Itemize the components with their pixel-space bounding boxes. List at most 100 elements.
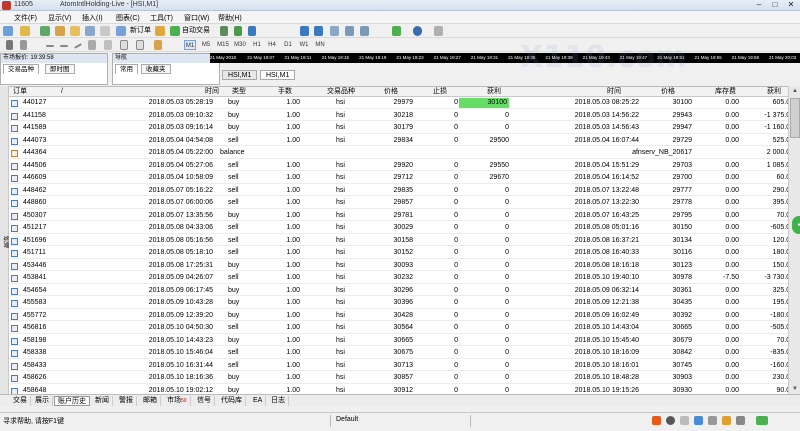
tab-common[interactable]: 常用 — [115, 64, 138, 74]
timeframe-h4[interactable]: H4 — [266, 40, 278, 50]
timeframe-m1[interactable]: M1 — [184, 40, 196, 50]
terminal-tab[interactable]: 警报 — [116, 396, 137, 406]
metaeditor-icon[interactable] — [155, 26, 165, 36]
table-row[interactable]: 448860 2018.05.07 06:00:06 sell 1.00 hsi 2985… — [9, 198, 788, 209]
horizontal-line-icon[interactable] — [60, 45, 68, 47]
terminal-tab[interactable]: 信号 — [194, 396, 215, 406]
auto-trading-button[interactable]: 自动交易 — [182, 26, 210, 36]
candlestick-icon[interactable] — [234, 26, 242, 36]
tab-favorites[interactable]: 收藏夹 — [141, 64, 171, 74]
terminal-tab[interactable]: 邮箱 — [140, 396, 161, 406]
table-row[interactable]: 455772 2018.05.09 12:39:20 buy 1.00 hsi 30428… — [9, 311, 788, 322]
autoscroll-icon[interactable] — [345, 26, 354, 36]
table-row[interactable]: 458648 2018.05.10 19:02:12 buy 1.00 hsi 30912… — [9, 386, 788, 394]
minimize-button[interactable]: – — [752, 0, 766, 10]
table-row[interactable]: 458338 2018.05.10 15:46:04 sell 1.00 hsi 3067… — [9, 348, 788, 359]
chart-tab-active[interactable]: HSI,M1 — [260, 70, 296, 80]
timeframe-w1[interactable]: W1 — [298, 40, 310, 50]
zoom-in-icon[interactable] — [300, 26, 309, 36]
channel-icon[interactable] — [88, 40, 96, 50]
table-row[interactable]: 455583 2018.05.09 10:43:28 buy 1.00 hsi 30396… — [9, 298, 788, 309]
chart-tab[interactable]: HSI,M1 — [222, 70, 258, 80]
table-row[interactable]: 451711 2018.05.08 05:18:10 sell 1.00 hsi 3015… — [9, 248, 788, 259]
scroll-thumb[interactable] — [790, 98, 800, 138]
timeframe-h1[interactable]: H1 — [251, 40, 263, 50]
table-row[interactable]: 458626 2018.05.10 18:16:36 buy 1.00 hsi 30857… — [9, 373, 788, 384]
label-icon[interactable] — [136, 40, 144, 50]
timeframe-mn[interactable]: MN — [314, 40, 326, 50]
moon-icon[interactable] — [666, 416, 675, 425]
table-row[interactable]: 446609 2018.05.04 10:58:09 sell 1.00 hsi 2971… — [9, 173, 788, 184]
table-row[interactable]: 441158 2018.05.03 09:10:32 buy 1.00 hsi 30218… — [9, 111, 788, 122]
new-order-icon[interactable] — [116, 26, 126, 36]
timeframe-m30[interactable]: M30 — [234, 40, 246, 50]
profiles-icon[interactable] — [20, 26, 30, 36]
text-icon[interactable] — [120, 40, 128, 50]
table-row[interactable]: 453446 2018.05.08 17:25:31 buy 1.00 hsi 30093… — [9, 261, 788, 272]
timeframe-m5[interactable]: M5 — [200, 40, 212, 50]
menu-window[interactable]: 窗口(W) — [184, 13, 209, 23]
col-symbol[interactable]: 交易品种 — [327, 87, 355, 97]
terminal-tab[interactable]: 新闻 — [92, 396, 113, 406]
indicators-icon[interactable] — [392, 26, 401, 36]
col-swap[interactable]: 库存费 — [715, 87, 736, 97]
col-tp[interactable]: 获利 — [487, 87, 501, 97]
crosshair-icon[interactable] — [20, 40, 27, 50]
col-time[interactable]: 时间 — [205, 87, 219, 97]
terminal-tab[interactable]: 展示 — [32, 396, 53, 406]
scroll-up-icon[interactable]: ▲ — [790, 86, 800, 96]
table-row[interactable]: 441589 2018.05.03 09:16:14 buy 1.00 hsi 30179… — [9, 123, 788, 134]
auto-trading-icon[interactable] — [170, 26, 180, 36]
col-size[interactable]: 手数 — [278, 87, 292, 97]
menu-charts[interactable]: 图表(C) — [116, 13, 140, 23]
maximize-button[interactable]: □ — [768, 0, 782, 10]
terminal-icon[interactable] — [85, 26, 95, 36]
fibonacci-icon[interactable] — [104, 40, 112, 50]
trendline-icon[interactable] — [74, 43, 82, 49]
table-row[interactable]: 444364 2018.05.04 05:22:00 balance afnserv_… — [9, 148, 788, 159]
skin-icon[interactable] — [722, 416, 731, 425]
timeframe-m15[interactable]: M15 — [217, 40, 229, 50]
toolbox-icon[interactable] — [736, 416, 745, 425]
periods-icon[interactable] — [413, 26, 422, 36]
market-watch-icon[interactable] — [40, 26, 50, 36]
arrows-icon[interactable] — [154, 40, 162, 50]
col-price[interactable]: 价格 — [384, 87, 398, 97]
line-chart-icon[interactable] — [248, 26, 256, 36]
tab-tick-chart[interactable]: 即时图 — [45, 64, 75, 74]
tile-windows-icon[interactable] — [330, 26, 339, 36]
terminal-tab[interactable]: 账户历史 — [54, 396, 90, 406]
input-method-icon[interactable] — [652, 416, 661, 425]
table-row[interactable]: 448462 2018.05.07 05:16:22 sell 1.00 hsi 2983… — [9, 186, 788, 197]
vertical-scrollbar[interactable]: ▲ ▼ — [788, 86, 800, 394]
terminal-tab[interactable]: EA — [250, 396, 267, 406]
keyboard-icon[interactable] — [708, 416, 717, 425]
col-close-price[interactable]: 价格 — [661, 87, 675, 97]
table-row[interactable]: 458433 2018.05.10 16:31:44 sell 1.00 hsi 3071… — [9, 361, 788, 372]
punctuation-icon[interactable] — [680, 416, 689, 425]
tab-symbols[interactable]: 交易品种 — [3, 64, 39, 74]
table-row[interactable]: 458198 2018.05.10 14:43:23 buy 1.00 hsi 30665… — [9, 336, 788, 347]
col-order[interactable]: 订单 — [13, 87, 27, 97]
menu-file[interactable]: 文件(F) — [14, 13, 37, 23]
table-row[interactable]: 453841 2018.05.09 04:26:07 sell 1.00 hsi 3023… — [9, 273, 788, 284]
menu-insert[interactable]: 插入(I) — [82, 13, 103, 23]
col-close-time[interactable]: 时间 — [607, 87, 621, 97]
vertical-line-icon[interactable] — [46, 45, 54, 47]
table-row[interactable]: 451217 2018.05.08 04:33:06 sell 1.00 hsi 3002… — [9, 223, 788, 234]
table-row[interactable]: 440127 2018.05.03 05:28:19 buy 1.00 hsi 29979… — [9, 98, 788, 109]
floating-widget-icon[interactable]: ● — [792, 216, 800, 234]
table-row[interactable]: 456816 2018.05.10 04:50:30 sell 1.00 hsi 3056… — [9, 323, 788, 334]
timeframe-d1[interactable]: D1 — [282, 40, 294, 50]
terminal-tab[interactable]: 交易 — [10, 396, 31, 406]
cursor-icon[interactable] — [6, 40, 13, 50]
zoom-out-icon[interactable] — [314, 26, 323, 36]
chart-shift-icon[interactable] — [360, 26, 369, 36]
menu-help[interactable]: 帮助(H) — [218, 13, 242, 23]
table-row[interactable]: 450307 2018.05.07 13:35:56 buy 1.00 hsi 29781… — [9, 211, 788, 222]
menu-tools[interactable]: 工具(T) — [150, 13, 173, 23]
tester-icon[interactable] — [100, 26, 110, 36]
table-row[interactable]: 454654 2018.05.09 06:17:45 buy 1.00 hsi 30296… — [9, 286, 788, 297]
close-button[interactable]: ✕ — [784, 0, 798, 10]
col-sl[interactable]: 止损 — [433, 87, 447, 97]
